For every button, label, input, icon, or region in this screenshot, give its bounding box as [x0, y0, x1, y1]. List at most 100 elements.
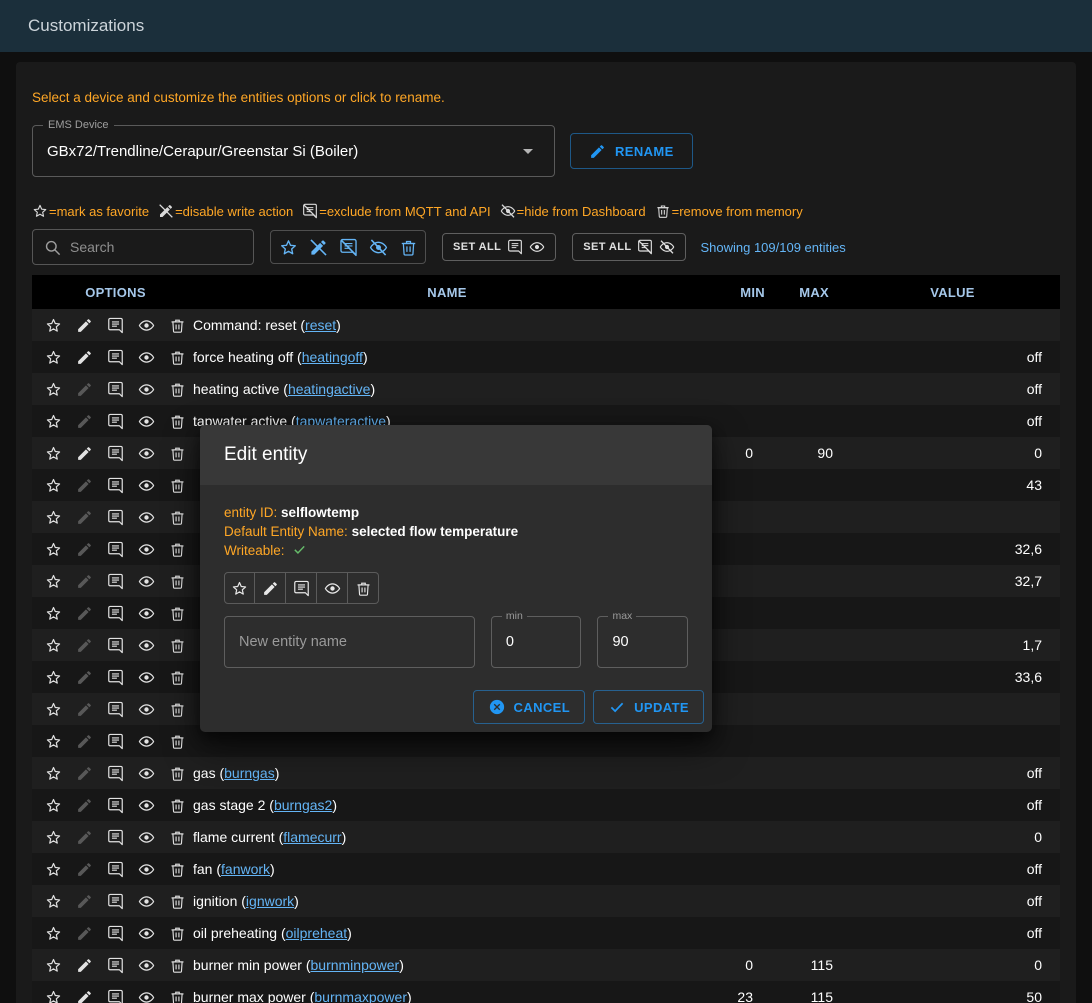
eye-icon[interactable]: [131, 413, 162, 430]
pencil-icon[interactable]: [69, 765, 100, 782]
trash-icon[interactable]: [162, 477, 193, 494]
star-icon[interactable]: [38, 797, 69, 814]
pencil-icon[interactable]: [69, 637, 100, 654]
entity-shortname-link[interactable]: burnminpower: [311, 957, 400, 973]
pencil-icon[interactable]: [69, 733, 100, 750]
exclude-mqtt-toggle[interactable]: [286, 572, 317, 604]
trash-icon[interactable]: [162, 637, 193, 654]
eye-icon[interactable]: [131, 605, 162, 622]
star-icon[interactable]: [38, 925, 69, 942]
trash-icon[interactable]: [162, 317, 193, 334]
pencil-icon[interactable]: [69, 445, 100, 462]
eye-icon[interactable]: [131, 541, 162, 558]
pencil-icon[interactable]: [69, 381, 100, 398]
eye-icon[interactable]: [131, 701, 162, 718]
star-icon[interactable]: [38, 669, 69, 686]
pencil-icon[interactable]: [69, 573, 100, 590]
max-input[interactable]: [598, 634, 687, 650]
eye-icon[interactable]: [131, 989, 162, 1003]
comment-icon[interactable]: [100, 765, 131, 782]
table-row[interactable]: gas stage 2 (burngas2)off: [32, 789, 1060, 821]
table-row[interactable]: gas (burngas)off: [32, 757, 1060, 789]
trash-icon[interactable]: [162, 605, 193, 622]
pencil-icon[interactable]: [69, 861, 100, 878]
pencil-icon[interactable]: [69, 317, 100, 334]
trash-icon[interactable]: [162, 957, 193, 974]
pencil-icon[interactable]: [69, 925, 100, 942]
pencil-icon[interactable]: [69, 413, 100, 430]
table-row[interactable]: fan (fanwork)off: [32, 853, 1060, 885]
comment-icon[interactable]: [100, 477, 131, 494]
entity-shortname-link[interactable]: ignwork: [246, 893, 294, 909]
new-entity-name-input[interactable]: [224, 616, 475, 668]
star-icon[interactable]: [38, 989, 69, 1003]
entity-shortname-link[interactable]: flamecurr: [283, 829, 341, 845]
set-all-visible-button[interactable]: SET ALL: [442, 233, 556, 261]
table-row[interactable]: force heating off (heatingoff)off: [32, 341, 1060, 373]
trash-icon[interactable]: [162, 445, 193, 462]
table-row[interactable]: ignition (ignwork)off: [32, 885, 1060, 917]
comment-icon[interactable]: [100, 317, 131, 334]
star-icon[interactable]: [38, 317, 69, 334]
pencil-icon[interactable]: [69, 797, 100, 814]
comment-icon[interactable]: [100, 829, 131, 846]
pencil-icon[interactable]: [69, 957, 100, 974]
trash-icon[interactable]: [162, 989, 193, 1003]
eye-icon[interactable]: [131, 925, 162, 942]
disable-write-filter-button[interactable]: [303, 232, 333, 262]
star-icon[interactable]: [38, 733, 69, 750]
star-icon[interactable]: [38, 349, 69, 366]
pencil-icon[interactable]: [69, 893, 100, 910]
trash-icon[interactable]: [162, 573, 193, 590]
comment-icon[interactable]: [100, 957, 131, 974]
star-icon[interactable]: [38, 445, 69, 462]
trash-icon[interactable]: [162, 701, 193, 718]
eye-icon[interactable]: [131, 317, 162, 334]
pencil-icon[interactable]: [69, 701, 100, 718]
star-icon[interactable]: [38, 957, 69, 974]
eye-icon[interactable]: [131, 829, 162, 846]
disable-write-toggle[interactable]: [255, 572, 286, 604]
star-icon[interactable]: [38, 637, 69, 654]
entity-shortname-link[interactable]: fanwork: [221, 861, 270, 877]
entity-shortname-link[interactable]: burngas2: [274, 797, 332, 813]
pencil-icon[interactable]: [69, 541, 100, 558]
trash-icon[interactable]: [162, 541, 193, 558]
comment-icon[interactable]: [100, 637, 131, 654]
star-icon[interactable]: [38, 413, 69, 430]
comment-icon[interactable]: [100, 861, 131, 878]
min-input[interactable]: [492, 634, 581, 650]
pencil-icon[interactable]: [69, 477, 100, 494]
remove-memory-filter-button[interactable]: [393, 232, 423, 262]
star-icon[interactable]: [38, 893, 69, 910]
cancel-button[interactable]: CANCEL: [473, 690, 586, 724]
star-icon[interactable]: [38, 829, 69, 846]
eye-icon[interactable]: [131, 861, 162, 878]
eye-icon[interactable]: [131, 957, 162, 974]
entity-shortname-link[interactable]: burngas: [224, 765, 275, 781]
star-icon[interactable]: [38, 861, 69, 878]
trash-icon[interactable]: [162, 893, 193, 910]
comment-icon[interactable]: [100, 669, 131, 686]
search-input[interactable]: [70, 239, 243, 255]
pencil-icon[interactable]: [69, 509, 100, 526]
star-icon[interactable]: [38, 509, 69, 526]
trash-icon[interactable]: [162, 733, 193, 750]
star-icon[interactable]: [38, 541, 69, 558]
star-icon[interactable]: [38, 605, 69, 622]
eye-icon[interactable]: [131, 381, 162, 398]
table-row[interactable]: heating active (heatingactive)off: [32, 373, 1060, 405]
trash-icon[interactable]: [162, 669, 193, 686]
eye-icon[interactable]: [131, 669, 162, 686]
entity-shortname-link[interactable]: heatingactive: [288, 381, 371, 397]
eye-icon[interactable]: [131, 445, 162, 462]
entity-shortname-link[interactable]: reset: [305, 317, 336, 333]
trash-icon[interactable]: [162, 413, 193, 430]
trash-icon[interactable]: [162, 797, 193, 814]
table-row[interactable]: burner min power (burnminpower)01150: [32, 949, 1060, 981]
hide-dashboard-filter-button[interactable]: [363, 232, 393, 262]
table-row[interactable]: oil preheating (oilpreheat)off: [32, 917, 1060, 949]
update-button[interactable]: UPDATE: [593, 690, 704, 724]
comment-icon[interactable]: [100, 893, 131, 910]
star-icon[interactable]: [38, 701, 69, 718]
